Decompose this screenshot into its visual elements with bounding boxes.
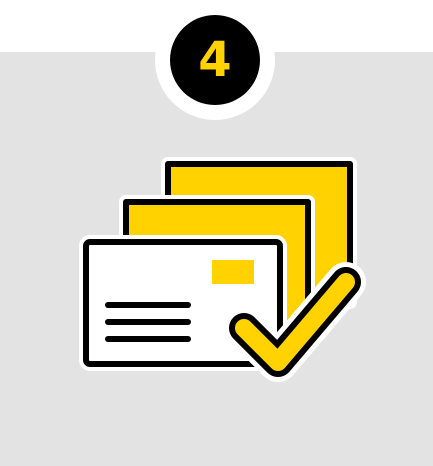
step-card: 4 <box>0 0 433 466</box>
mail-stack-check-icon <box>79 157 366 382</box>
step-number: 4 <box>198 32 232 88</box>
stamp-icon <box>212 260 254 284</box>
